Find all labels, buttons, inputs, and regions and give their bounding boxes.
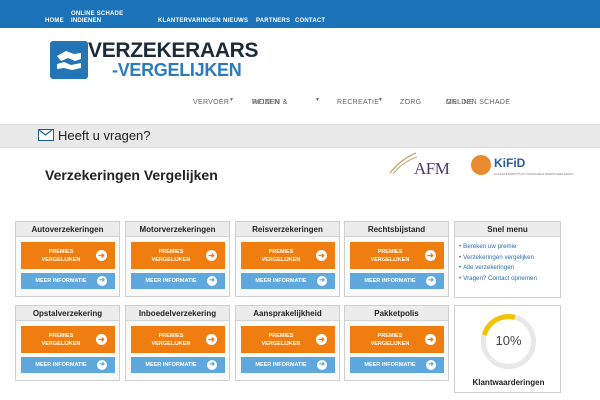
compare-premiums-button[interactable]: Premies vergelijken ➜ bbox=[241, 242, 335, 269]
more-info-button[interactable]: Meer informatie ➜ bbox=[21, 357, 115, 373]
product-card: Opstalverzekering Premies vergelijken ➜ Mee… bbox=[15, 305, 120, 381]
kifid-label: KiFiD bbox=[494, 156, 526, 170]
rating-label[interactable]: Klantwaarderingen bbox=[455, 378, 562, 387]
logo-text-top: VERZEKERAARS bbox=[88, 39, 259, 62]
product-card: Reisverzekeringen Premies vergelijken ➜ Mee… bbox=[235, 221, 340, 297]
compare-premiums-label: Premies vergelijken bbox=[370, 249, 410, 263]
compare-premiums-label: Premies vergelijken bbox=[151, 333, 191, 347]
arrow-right-icon: ➜ bbox=[207, 360, 217, 370]
arrow-right-icon: ➜ bbox=[316, 250, 327, 261]
product-card: Pakketpolis Premies vergelijken ➜ Meer info… bbox=[344, 305, 449, 381]
product-card: Inboedelverzekering Premies vergelijken ➜ M… bbox=[125, 305, 230, 381]
more-info-label: Meer informatie bbox=[364, 362, 416, 368]
chevron-down-icon: ▼ bbox=[378, 97, 383, 103]
nav-home[interactable]: Home bbox=[45, 18, 64, 25]
nav-partners[interactable]: Partners bbox=[256, 18, 290, 25]
compare-premiums-button[interactable]: Premies vergelijken ➜ bbox=[241, 326, 335, 353]
product-card-title[interactable]: Reisverzekeringen bbox=[236, 222, 339, 237]
snel-menu-item-vergelijken[interactable]: Verzekeringen vergelijken bbox=[459, 253, 556, 264]
snel-menu-item-contact[interactable]: Vragen? Contact opnemen bbox=[459, 274, 556, 285]
logo-text-bottom: -VERGELIJKEN bbox=[112, 60, 242, 80]
more-info-button[interactable]: Meer informatie ➜ bbox=[350, 273, 444, 289]
arrow-right-icon: ➜ bbox=[206, 250, 217, 261]
snel-menu-panel: Snel menu Bereken uw premie Verzekeringe… bbox=[454, 221, 561, 298]
afm-label: AFM bbox=[414, 159, 450, 178]
arrow-right-icon: ➜ bbox=[426, 360, 436, 370]
product-card-title[interactable]: Rechtsbijstand bbox=[345, 222, 448, 237]
more-info-button[interactable]: Meer informatie ➜ bbox=[241, 273, 335, 289]
snel-menu-title: Snel menu bbox=[455, 222, 560, 237]
compare-premiums-label: Premies vergelijken bbox=[41, 249, 81, 263]
compare-premiums-button[interactable]: Premies vergelijken ➜ bbox=[350, 242, 444, 269]
kifid-subtitle: KLACHTENINSTITUUT FINANCIËLE DIENSTVERLE… bbox=[494, 172, 574, 176]
arrow-right-icon: ➜ bbox=[425, 250, 436, 261]
arrow-right-icon: ➜ bbox=[96, 334, 107, 345]
nav-contact[interactable]: Contact bbox=[295, 18, 325, 25]
kifid-circle-icon bbox=[471, 155, 491, 175]
compare-premiums-label: Premies vergelijken bbox=[261, 333, 301, 347]
handshake-icon bbox=[50, 41, 88, 79]
compare-premiums-button[interactable]: Premies vergelijken ➜ bbox=[350, 326, 444, 353]
compare-premiums-button[interactable]: Premies vergelijken ➜ bbox=[131, 242, 225, 269]
compare-premiums-label: Premies vergelijken bbox=[41, 333, 81, 347]
compare-premiums-label: Premies vergelijken bbox=[151, 249, 191, 263]
product-card: Rechtsbijstand Premies vergelijken ➜ Meer i… bbox=[344, 221, 449, 297]
nav-online-schade-indienen[interactable]: Online schade indienen bbox=[71, 11, 131, 25]
compare-premiums-label: Premies vergelijken bbox=[261, 249, 301, 263]
arrow-right-icon: ➜ bbox=[207, 276, 217, 286]
more-info-label: Meer informatie bbox=[364, 278, 416, 284]
arrow-right-icon: ➜ bbox=[97, 276, 107, 286]
product-card-title[interactable]: Inboedelverzekering bbox=[126, 306, 229, 321]
rating-value: 10% bbox=[495, 333, 522, 348]
arrow-right-icon: ➜ bbox=[425, 334, 436, 345]
product-card: Aansprakelijkheid Premies vergelijken ➜ Mee… bbox=[235, 305, 340, 381]
snel-menu-item-bereken[interactable]: Bereken uw premie bbox=[459, 242, 556, 253]
more-info-label: Meer informatie bbox=[35, 362, 87, 368]
more-info-label: Meer informatie bbox=[145, 362, 197, 368]
product-card-title[interactable]: Aansprakelijkheid bbox=[236, 306, 339, 321]
more-info-button[interactable]: Meer informatie ➜ bbox=[241, 357, 335, 373]
more-info-label: Meer informatie bbox=[35, 278, 87, 284]
menu-wonen[interactable]: Wonen & bbox=[252, 99, 288, 106]
product-card-title[interactable]: Autoverzekeringen bbox=[16, 222, 119, 237]
arrow-right-icon: ➜ bbox=[96, 250, 107, 261]
envelope-icon[interactable] bbox=[38, 129, 54, 141]
more-info-button[interactable]: Meer informatie ➜ bbox=[21, 273, 115, 289]
more-info-label: Meer informatie bbox=[145, 278, 197, 284]
rating-panel: 10% Klantwaarderingen bbox=[454, 303, 562, 393]
arrow-right-icon: ➜ bbox=[206, 334, 217, 345]
nav-nieuws[interactable]: Nieuws bbox=[223, 18, 248, 25]
compare-premiums-label: Premies vergelijken bbox=[370, 333, 410, 347]
compare-premiums-button[interactable]: Premies vergelijken ➜ bbox=[131, 326, 225, 353]
top-navigation: Home Online schade indienen Klantervarin… bbox=[0, 0, 600, 28]
arrow-right-icon: ➜ bbox=[317, 360, 327, 370]
snel-menu-list: Bereken uw premie Verzekeringen vergelij… bbox=[455, 237, 560, 284]
chevron-down-icon: ▼ bbox=[315, 97, 320, 103]
menu-recreatie[interactable]: Recreatie bbox=[337, 99, 379, 106]
more-info-label: Meer informatie bbox=[255, 362, 307, 368]
arrow-right-icon: ➜ bbox=[317, 276, 327, 286]
arrow-right-icon: ➜ bbox=[97, 360, 107, 370]
compare-premiums-button[interactable]: Premies vergelijken ➜ bbox=[21, 326, 115, 353]
questions-link[interactable]: Heeft u vragen? bbox=[58, 128, 151, 143]
arrow-right-icon: ➜ bbox=[316, 334, 327, 345]
more-info-label: Meer informatie bbox=[255, 278, 307, 284]
page-title: Verzekeringen Vergelijken bbox=[45, 167, 218, 183]
chevron-down-icon: ▼ bbox=[229, 97, 234, 103]
more-info-button[interactable]: Meer informatie ➜ bbox=[131, 357, 225, 373]
snel-menu-item-alle[interactable]: Alle verzekeringen bbox=[459, 263, 556, 274]
more-info-button[interactable]: Meer informatie ➜ bbox=[131, 273, 225, 289]
product-card: Autoverzekeringen Premies vergelijken ➜ Mee… bbox=[15, 221, 120, 297]
product-card: Motorverzekeringen Premies vergelijken ➜ Me… bbox=[125, 221, 230, 297]
menu-zorg[interactable]: Zorg bbox=[400, 99, 421, 106]
arrow-right-icon: ➜ bbox=[426, 276, 436, 286]
menu-vervoer[interactable]: Vervoer bbox=[193, 99, 229, 106]
menu-melden-schade[interactable]: Melden schade bbox=[446, 99, 510, 106]
product-card-title[interactable]: Motorverzekeringen bbox=[126, 222, 229, 237]
more-info-button[interactable]: Meer informatie ➜ bbox=[350, 357, 444, 373]
product-card-title[interactable]: Pakketpolis bbox=[345, 306, 448, 321]
product-card-title[interactable]: Opstalverzekering bbox=[16, 306, 119, 321]
nav-klantervaringen[interactable]: Klantervaringen bbox=[158, 18, 221, 25]
compare-premiums-button[interactable]: Premies vergelijken ➜ bbox=[21, 242, 115, 269]
